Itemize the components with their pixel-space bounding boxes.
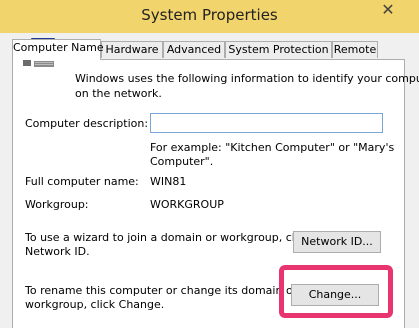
- intro-text-line1: Windows uses the following information t…: [75, 72, 419, 85]
- network-id-text-line2: Network ID.: [25, 245, 90, 258]
- network-id-text-line1: To use a wizard to join a domain or work…: [25, 231, 311, 244]
- title-bar: System Properties ✕: [0, 0, 419, 33]
- description-example-line2: Computer".: [150, 155, 214, 168]
- description-example-line1: For example: "Kitchen Computer" or "Mary…: [150, 141, 395, 154]
- change-text-line1: To rename this computer or change its do…: [25, 284, 298, 297]
- close-button[interactable]: ✕: [373, 0, 403, 22]
- workgroup-value: WORKGROUP: [150, 198, 224, 211]
- tab-hardware[interactable]: Hardware: [101, 41, 163, 58]
- computer-description-input[interactable]: [150, 113, 383, 133]
- tab-system-protection[interactable]: System Protection: [225, 41, 332, 58]
- intro-text-line2: on the network.: [75, 87, 162, 100]
- workgroup-label: Workgroup:: [25, 198, 89, 211]
- tab-remote[interactable]: Remote: [332, 41, 378, 58]
- tab-advanced[interactable]: Advanced: [163, 41, 225, 58]
- full-computer-name-label: Full computer name:: [25, 175, 139, 188]
- window-title: System Properties: [141, 6, 278, 24]
- computer-description-label: Computer description:: [25, 117, 149, 130]
- tab-computer-name[interactable]: Computer Name: [12, 39, 104, 60]
- highlight-box: [279, 265, 393, 318]
- change-text-line2: workgroup, click Change.: [25, 298, 165, 311]
- network-id-button[interactable]: Network ID...: [293, 231, 381, 253]
- full-computer-name-value: WIN81: [150, 175, 187, 188]
